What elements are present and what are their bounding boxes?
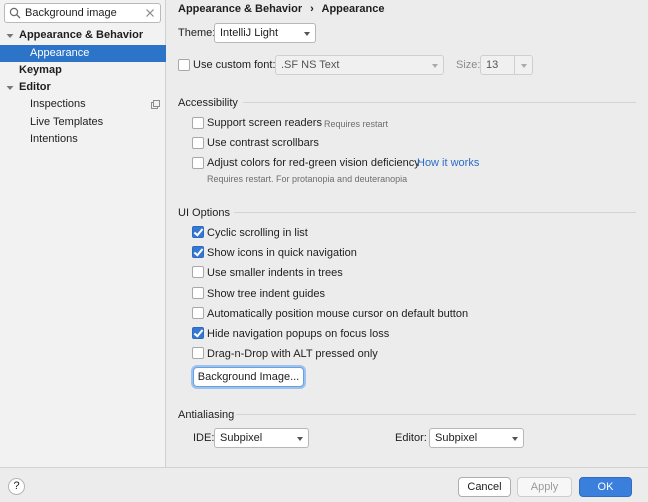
auto-position-cursor-checkbox[interactable]	[192, 307, 204, 319]
section-divider	[234, 212, 636, 213]
tree-item-intentions[interactable]: Intentions	[0, 131, 166, 148]
tree-item-live-templates[interactable]: Live Templates	[0, 114, 166, 131]
smaller-indents-checkbox[interactable]	[192, 266, 204, 278]
show-icons-quick-nav-label: Show icons in quick navigation	[207, 247, 357, 259]
auto-position-cursor-label: Automatically position mouse cursor on d…	[207, 308, 469, 320]
editor-antialiasing-select[interactable]: Subpixel	[429, 428, 524, 448]
theme-select-value: IntelliJ Light	[220, 27, 279, 39]
search-icon	[9, 7, 21, 19]
ide-antialiasing-value: Subpixel	[220, 432, 263, 444]
tree-indent-guides-checkbox[interactable]	[192, 287, 204, 299]
breadcrumb-parent: Appearance & Behavior	[178, 3, 303, 15]
hide-nav-popups-checkbox[interactable]	[192, 327, 204, 339]
font-size-label: Size:	[456, 59, 481, 71]
cyclic-scrolling-label: Cyclic scrolling in list	[207, 227, 308, 239]
appearance-settings-panel: Appearance & Behavior › Appearance Theme…	[167, 0, 648, 467]
section-divider	[243, 102, 636, 103]
chevron-down-icon	[304, 32, 310, 36]
ide-antialiasing-select[interactable]: Subpixel	[214, 428, 309, 448]
font-size-value: 13	[486, 59, 499, 71]
section-divider	[236, 414, 636, 415]
use-custom-font-checkbox[interactable]	[178, 59, 190, 71]
accessibility-section-title: Accessibility	[178, 97, 238, 109]
tree-item-inspections[interactable]: Inspections	[0, 96, 166, 113]
project-settings-icon	[151, 100, 160, 109]
tree-item-appearance[interactable]: Appearance	[0, 45, 166, 62]
clear-search-icon[interactable]	[145, 8, 155, 18]
settings-search-input[interactable]: Background image	[4, 3, 161, 23]
support-screen-readers-label: Support screen readers	[207, 117, 322, 129]
support-screen-readers-checkbox[interactable]	[192, 117, 204, 129]
adjust-colors-label: Adjust colors for red-green vision defic…	[207, 157, 420, 169]
font-size-select[interactable]: 13	[480, 55, 533, 75]
show-icons-quick-nav-checkbox[interactable]	[192, 246, 204, 258]
editor-antialiasing-label: Editor:	[395, 432, 427, 444]
background-image-button[interactable]: Background Image...	[193, 367, 304, 387]
combo-divider	[514, 56, 515, 74]
drag-n-drop-alt-checkbox[interactable]	[192, 347, 204, 359]
cancel-button[interactable]: Cancel	[458, 477, 511, 497]
use-contrast-scrollbars-label: Use contrast scrollbars	[207, 137, 319, 149]
tree-item-label: Appearance & Behavior	[19, 29, 144, 41]
how-it-works-link[interactable]: How it works	[417, 157, 479, 169]
breadcrumb-current: Appearance	[321, 3, 385, 15]
font-select[interactable]: .SF NS Text	[275, 55, 444, 75]
theme-label: Theme:	[178, 27, 216, 39]
font-select-value: .SF NS Text	[281, 59, 340, 71]
breadcrumb: Appearance & Behavior › Appearance	[178, 3, 384, 15]
tree-item-label: Appearance	[30, 47, 90, 59]
tree-item-keymap[interactable]: Keymap	[0, 62, 166, 79]
help-button[interactable]: ?	[8, 478, 25, 495]
tree-item-editor[interactable]: Editor	[0, 79, 166, 96]
tree-item-label: Editor	[19, 81, 51, 93]
chevron-down-icon	[432, 64, 438, 68]
use-custom-font-label: Use custom font:	[193, 59, 276, 71]
drag-n-drop-alt-label: Drag-n-Drop with ALT pressed only	[207, 348, 378, 360]
editor-antialiasing-value: Subpixel	[435, 432, 478, 444]
cyclic-scrolling-checkbox[interactable]	[192, 226, 204, 238]
chevron-down-icon[interactable]	[6, 32, 14, 40]
tree-item-label: Live Templates	[30, 116, 104, 128]
chevron-down-icon	[297, 437, 303, 441]
chevron-down-icon[interactable]	[6, 84, 14, 92]
breadcrumb-separator: ›	[310, 3, 314, 15]
color-deficiency-note: Requires restart. For protanopia and deu…	[207, 174, 408, 184]
adjust-colors-checkbox[interactable]	[192, 157, 204, 169]
dialog-footer: ? Cancel Apply OK	[0, 467, 648, 502]
tree-item-appearance-behavior[interactable]: Appearance & Behavior	[0, 27, 166, 44]
theme-select[interactable]: IntelliJ Light	[214, 23, 316, 43]
ok-button[interactable]: OK	[579, 477, 632, 497]
ui-options-section-title: UI Options	[178, 207, 230, 219]
chevron-down-icon	[512, 437, 518, 441]
smaller-indents-label: Use smaller indents in trees	[207, 267, 343, 279]
hide-nav-popups-label: Hide navigation popups on focus loss	[207, 328, 390, 340]
tree-item-label: Keymap	[19, 64, 62, 76]
settings-sidebar: Background image Appearance & Behavior A…	[0, 0, 166, 467]
search-input-value: Background image	[25, 7, 117, 19]
apply-button[interactable]: Apply	[517, 477, 572, 497]
use-contrast-scrollbars-checkbox[interactable]	[192, 137, 204, 149]
ide-antialiasing-label: IDE:	[193, 432, 215, 444]
tree-item-label: Intentions	[30, 133, 78, 145]
tree-item-label: Inspections	[30, 98, 86, 110]
chevron-down-icon	[521, 64, 527, 68]
requires-restart-note: Requires restart	[324, 119, 389, 129]
antialiasing-section-title: Antialiasing	[178, 409, 235, 421]
tree-indent-guides-label: Show tree indent guides	[207, 288, 326, 300]
